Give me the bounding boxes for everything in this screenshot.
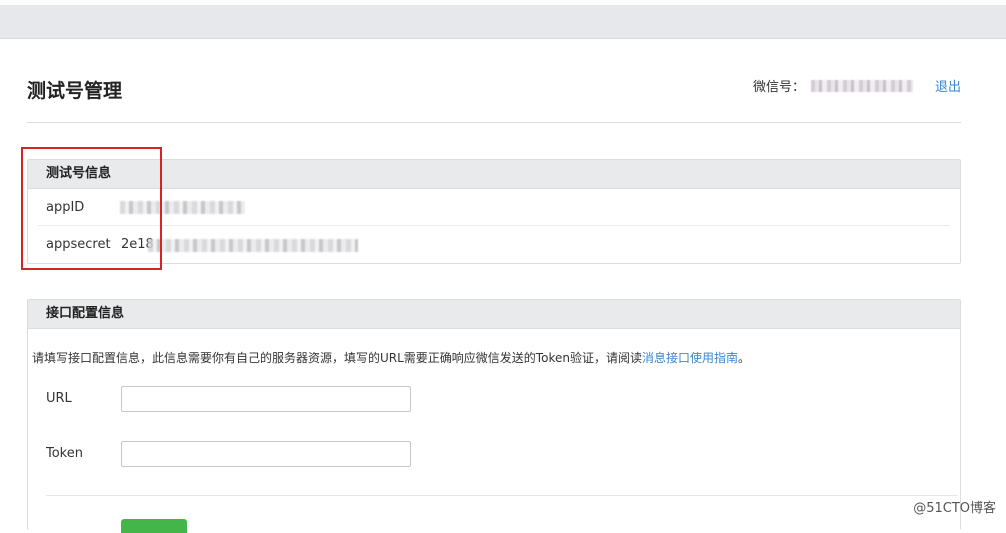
- form-divider: [46, 495, 958, 496]
- header-divider: [27, 122, 961, 123]
- account-info: 微信号： 退出: [753, 76, 961, 95]
- row-divider: [38, 225, 950, 226]
- watermark: @51CTO博客: [913, 501, 996, 516]
- test-account-info-panel: 测试号信息 appID appsecret 2e18: [27, 159, 961, 264]
- message-guide-link[interactable]: 消息接口使用指南: [642, 351, 738, 365]
- logout-link[interactable]: 退出: [935, 76, 961, 95]
- url-input[interactable]: [121, 386, 411, 412]
- token-input[interactable]: [121, 441, 411, 467]
- url-label: URL: [46, 391, 72, 406]
- config-description: 请填写接口配置信息，此信息需要你有自己的服务器资源，填写的URL需要正确响应微信…: [32, 349, 750, 366]
- appsecret-value-masked: [148, 239, 358, 252]
- highlight-box: [21, 147, 162, 270]
- panel-title-interface-config: 接口配置信息: [28, 300, 960, 329]
- account-id-masked: [810, 79, 913, 92]
- submit-button[interactable]: [121, 519, 187, 533]
- token-label: Token: [46, 446, 83, 461]
- page-title: 测试号管理: [27, 80, 123, 102]
- config-description-end: 。: [737, 351, 750, 365]
- config-description-text: 请填写接口配置信息，此信息需要你有自己的服务器资源，填写的URL需要正确响应微信…: [32, 351, 642, 365]
- account-label: 微信号：: [752, 80, 805, 95]
- top-bar: [0, 5, 1006, 39]
- panel-title-test-info: 测试号信息: [28, 160, 960, 189]
